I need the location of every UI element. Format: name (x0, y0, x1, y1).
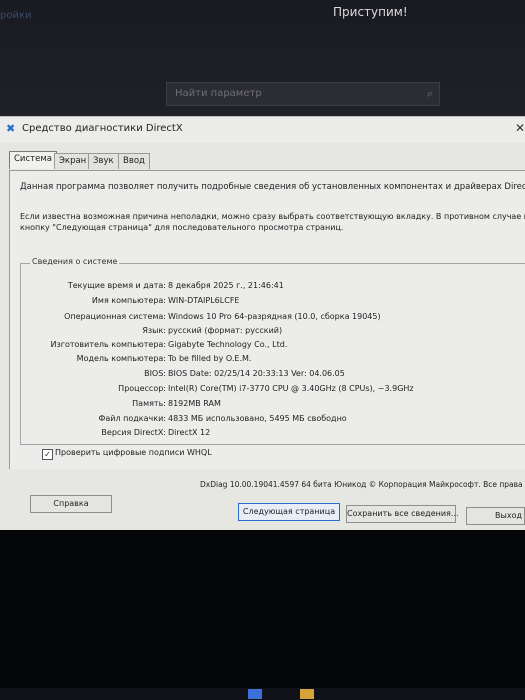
search-icon[interactable]: ⌕ (427, 87, 433, 101)
info-value: WIN-DTAIPL6LCFE (168, 296, 240, 305)
info-value: 4833 МБ использовано, 5495 МБ свободно (168, 414, 347, 423)
info-row-manufacturer: Изготовитель компьютера: Gigabyte Techno… (30, 340, 510, 351)
folder-icon[interactable] (300, 689, 314, 699)
settings-search-input[interactable]: Найти параметр ⌕ (166, 82, 440, 106)
info-label: Модель компьютера: (76, 354, 166, 363)
tab-display[interactable]: Экран (54, 153, 92, 169)
settings-sidebar-text: ройки (0, 10, 32, 21)
info-label: Память: (132, 399, 166, 408)
next-page-button[interactable]: Следующая страница (238, 503, 340, 521)
info-value: 8 декабря 2025 г., 21:46:41 (168, 281, 284, 290)
info-row-model: Модель компьютера: To be filled by O.E.M… (30, 354, 510, 365)
info-row-processor: Процессор: Intel(R) Core(TM) i7-3770 CPU… (30, 384, 510, 395)
info-label: Файл подкачки: (98, 414, 167, 423)
info-value: Intel(R) Core(TM) i7-3770 CPU @ 3.40GHz … (168, 384, 414, 393)
whql-checkbox-label: Проверить цифровые подписи WHQL (55, 448, 212, 457)
info-row-memory: Память: 8192MB RAM (30, 399, 510, 410)
search-placeholder: Найти параметр (175, 88, 262, 99)
info-label: Операционная система: (64, 312, 166, 321)
tab-input[interactable]: Ввод (118, 153, 150, 169)
info-row-bios: BIOS: BIOS Date: 02/25/14 20:33:13 Ver: … (30, 369, 510, 380)
tab-sound[interactable]: Звук (88, 153, 119, 169)
info-value: DirectX 12 (168, 428, 211, 437)
tab-system[interactable]: Система (9, 151, 57, 169)
info-value: русский (формат: русский) (168, 326, 283, 335)
whql-checkbox[interactable]: ✓ Проверить цифровые подписи WHQL (42, 448, 212, 460)
intro-hint-line2: кнопку "Следующая страница" для последов… (20, 223, 344, 232)
info-value: 8192MB RAM (168, 399, 221, 408)
close-icon[interactable]: ✕ (515, 121, 525, 135)
info-row-pagefile: Файл подкачки: 4833 МБ использовано, 549… (30, 414, 510, 425)
taskbar-app-icon[interactable] (248, 689, 262, 699)
intro-hint-line1: Если известна возможная причина неполадк… (20, 212, 525, 221)
info-value: To be filled by O.E.M. (168, 354, 252, 363)
info-row-directx-version: Версия DirectX: DirectX 12 (30, 428, 510, 439)
checkbox-checked-icon[interactable]: ✓ (42, 449, 53, 460)
settings-header-title: Приступим! (333, 5, 408, 19)
info-row-datetime: Текущие время и дата: 8 декабря 2025 г.,… (30, 281, 510, 292)
info-label: Текущие время и дата: (67, 281, 166, 290)
help-button[interactable]: Справка (30, 495, 112, 513)
info-label: Язык: (142, 326, 166, 335)
dxdiag-version-text: DxDiag 10.00.19041.4597 64 бита Юникод ©… (200, 480, 525, 489)
info-row-language: Язык: русский (формат: русский) (30, 326, 510, 337)
info-label: Изготовитель компьютера: (50, 340, 166, 349)
dark-desktop-area (0, 530, 525, 700)
info-value: Gigabyte Technology Co., Ltd. (168, 340, 288, 349)
info-row-os: Операционная система: Windows 10 Pro 64-… (30, 312, 510, 323)
taskbar (0, 688, 525, 700)
intro-hint-text: Если известна возможная причина неполадк… (20, 211, 525, 233)
info-row-computer-name: Имя компьютера: WIN-DTAIPL6LCFE (30, 296, 510, 307)
directx-diagnostic-dialog: ✖ Средство диагностики DirectX ✕ Система… (0, 116, 525, 531)
directx-icon: ✖ (6, 122, 16, 135)
settings-window-background: ройки Приступим! Найти параметр ⌕ (0, 0, 525, 120)
info-label: Версия DirectX: (101, 428, 166, 437)
dialog-title: Средство диагностики DirectX (22, 123, 183, 134)
info-value: BIOS Date: 02/25/14 20:33:13 Ver: 04.06.… (168, 369, 345, 378)
system-info-group-title: Сведения о системе (30, 257, 120, 266)
info-label: BIOS: (144, 369, 166, 378)
exit-button[interactable]: Выход (466, 507, 525, 525)
save-all-info-button[interactable]: Сохранить все сведения... (346, 505, 458, 523)
info-label: Процессор: (118, 384, 166, 393)
info-label: Имя компьютера: (91, 296, 166, 305)
info-value: Windows 10 Pro 64-разрядная (10.0, сборк… (168, 312, 381, 321)
dialog-titlebar[interactable]: ✖ Средство диагностики DirectX ✕ (0, 117, 525, 143)
intro-text: Данная программа позволяет получить подр… (20, 182, 525, 192)
